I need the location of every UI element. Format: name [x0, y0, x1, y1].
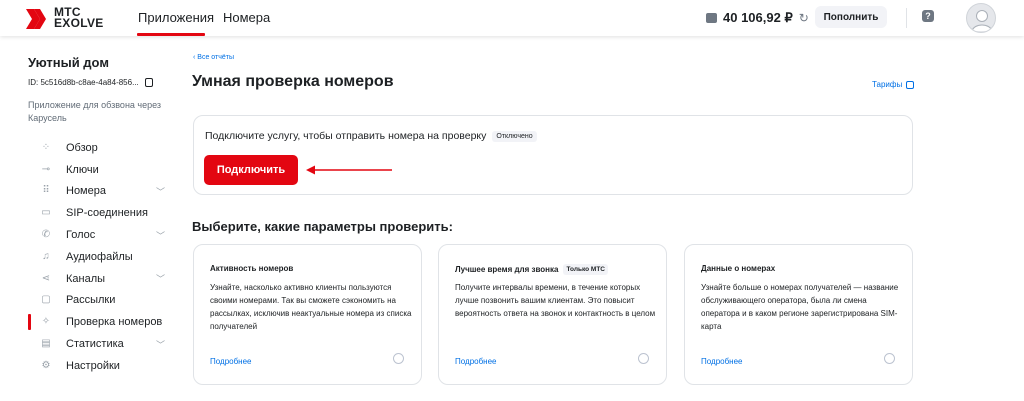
option-checkbox[interactable]: [638, 353, 649, 364]
app-description: Приложение для обзвона через Карусель: [28, 100, 162, 123]
sidebar-item-label: Обзор: [66, 141, 98, 154]
connect-card: Подключите услугу, чтобы отправить номер…: [193, 115, 913, 195]
option-title: Данные о номерах: [701, 264, 775, 273]
key-icon: ⊸: [41, 163, 51, 175]
back-link-label: Все отчёты: [197, 54, 235, 61]
sidebar-item-overview[interactable]: ⁘ Обзор: [28, 137, 173, 159]
section-title: Выберите, какие параметры проверить:: [192, 219, 453, 234]
more-link[interactable]: Подробнее: [455, 357, 497, 366]
page-title: Умная проверка номеров: [192, 73, 394, 90]
refresh-icon[interactable]: ↻: [799, 11, 809, 25]
app-id-text: ID: 5c516d8b-c8ae-4a84-856...: [28, 78, 139, 87]
arrow-left-icon: [306, 165, 392, 175]
logo-mark-icon: [26, 9, 46, 29]
connect-prompt-text: Подключите услугу, чтобы отправить номер…: [205, 130, 487, 142]
option-description: Узнайте, насколько активно клиенты польз…: [210, 283, 412, 331]
app-id: ID: 5c516d8b-c8ae-4a84-856...: [28, 78, 153, 87]
topup-button[interactable]: Пополнить: [815, 6, 887, 28]
chevron-down-icon[interactable]: ﹀: [156, 338, 165, 351]
tariffs-link-label: Тарифы: [872, 80, 903, 89]
sidebar-item-statistics[interactable]: ▤ Статистика ﹀: [28, 333, 173, 355]
external-link-icon: [906, 80, 915, 89]
option-card-number-data[interactable]: Данные о номерах Узнайте больше о номера…: [684, 244, 913, 385]
sidebar-item-label: Аудиофайлы: [66, 250, 133, 263]
more-link[interactable]: Подробнее: [701, 357, 743, 366]
sidebar-item-label: Настройки: [66, 359, 120, 372]
connect-prompt: Подключите услугу, чтобы отправить номер…: [205, 130, 537, 142]
balance-value: 40 106,92 ₽: [723, 10, 793, 25]
option-checkbox[interactable]: [393, 353, 404, 364]
gear-icon: ⚙: [41, 359, 51, 371]
avatar[interactable]: [966, 3, 996, 33]
sidebar-item-sip[interactable]: ▭ SIP-соединения: [28, 202, 173, 224]
help-icon[interactable]: ?: [922, 10, 934, 22]
copy-icon[interactable]: [144, 78, 153, 87]
sidebar-item-label: Голос: [66, 229, 96, 242]
sidebar-menu: ⁘ Обзор ⊸ Ключи ⠿ Номера ﹀ ▭ SIP-соедине…: [28, 137, 173, 377]
option-description: Узнайте больше о номерах получателей — н…: [701, 283, 899, 331]
sidebar-item-label: Рассылки: [66, 294, 116, 307]
sidebar-item-settings[interactable]: ⚙ Настройки: [28, 355, 173, 377]
top-header: МТС EXOLVE Приложения Номера 40 106,92 ₽…: [0, 0, 1024, 36]
option-title-text: Лучшее время для звонка: [455, 265, 559, 274]
more-link[interactable]: Подробнее: [210, 357, 252, 366]
sidebar-item-voice[interactable]: ✆ Голос ﹀: [28, 224, 173, 246]
chart-icon: ▤: [41, 338, 51, 350]
tariffs-link[interactable]: Тарифы: [872, 80, 915, 89]
chevron-down-icon[interactable]: ﹀: [156, 272, 165, 285]
phone-icon: ✆: [41, 229, 51, 241]
mts-only-badge: Только МТС: [563, 264, 608, 275]
option-card-activity[interactable]: Активность номеров Узнайте, насколько ак…: [193, 244, 422, 385]
sidebar-item-channels[interactable]: ⋖ Каналы ﹀: [28, 268, 173, 290]
sidebar-item-label: Каналы: [66, 272, 106, 285]
option-checkbox[interactable]: [884, 353, 895, 364]
music-note-icon: ♫: [42, 250, 50, 262]
nav-tab-numbers[interactable]: Номера: [223, 10, 270, 25]
chat-icon: ▢: [41, 294, 51, 306]
nav-tab-applications[interactable]: Приложения: [138, 10, 214, 25]
check-number-icon: ✧: [41, 316, 51, 328]
wallet-icon: [706, 13, 717, 23]
sidebar-item-label: Номера: [66, 185, 106, 198]
grid-icon: ⁘: [41, 141, 51, 153]
sidebar-item-number-check[interactable]: ✧ Проверка номеров: [28, 311, 173, 333]
sidebar-item-label: Проверка номеров: [66, 316, 163, 329]
chevron-down-icon[interactable]: ﹀: [156, 229, 165, 242]
sidebar-item-numbers[interactable]: ⠿ Номера ﹀: [28, 181, 173, 203]
status-badge: Отключено: [492, 130, 537, 142]
mts-exolve-logo[interactable]: МТС EXOLVE: [26, 6, 116, 31]
option-title: Активность номеров: [210, 264, 293, 273]
balance: 40 106,92 ₽ ↻: [706, 10, 809, 26]
sidebar-item-label: SIP-соединения: [66, 207, 148, 220]
channels-icon: ⋖: [41, 272, 51, 284]
option-title-text: Данные о номерах: [701, 264, 776, 273]
user-avatar-icon: [971, 10, 993, 32]
nav-active-indicator: [137, 33, 205, 36]
sidebar-item-audio[interactable]: ♫ Аудиофайлы: [28, 246, 173, 268]
logo-text-line2: EXOLVE: [54, 16, 104, 30]
option-title: Лучшее время для звонка Только МТС: [455, 264, 608, 275]
sidebar-item-label: Статистика: [66, 338, 124, 351]
sidebar-item-label: Ключи: [66, 163, 99, 176]
option-description: Получите интервалы времени, в течение ко…: [455, 283, 656, 318]
chevron-down-icon[interactable]: ﹀: [156, 185, 165, 198]
sidebar-item-mailings[interactable]: ▢ Рассылки: [28, 290, 173, 312]
connect-button[interactable]: Подключить: [204, 155, 298, 185]
dialpad-icon: ⠿: [42, 185, 50, 197]
logo-text: МТС EXOLVE: [54, 6, 104, 30]
sidebar-item-keys[interactable]: ⊸ Ключи: [28, 159, 173, 181]
app-title: Уютный дом: [28, 55, 109, 70]
option-title-text: Активность номеров: [210, 264, 294, 273]
sip-icon: ▭: [41, 207, 51, 219]
header-divider: [906, 8, 907, 28]
option-card-best-time[interactable]: Лучшее время для звонка Только МТС Получ…: [438, 244, 667, 385]
back-link[interactable]: ‹ Все отчёты: [193, 54, 234, 61]
